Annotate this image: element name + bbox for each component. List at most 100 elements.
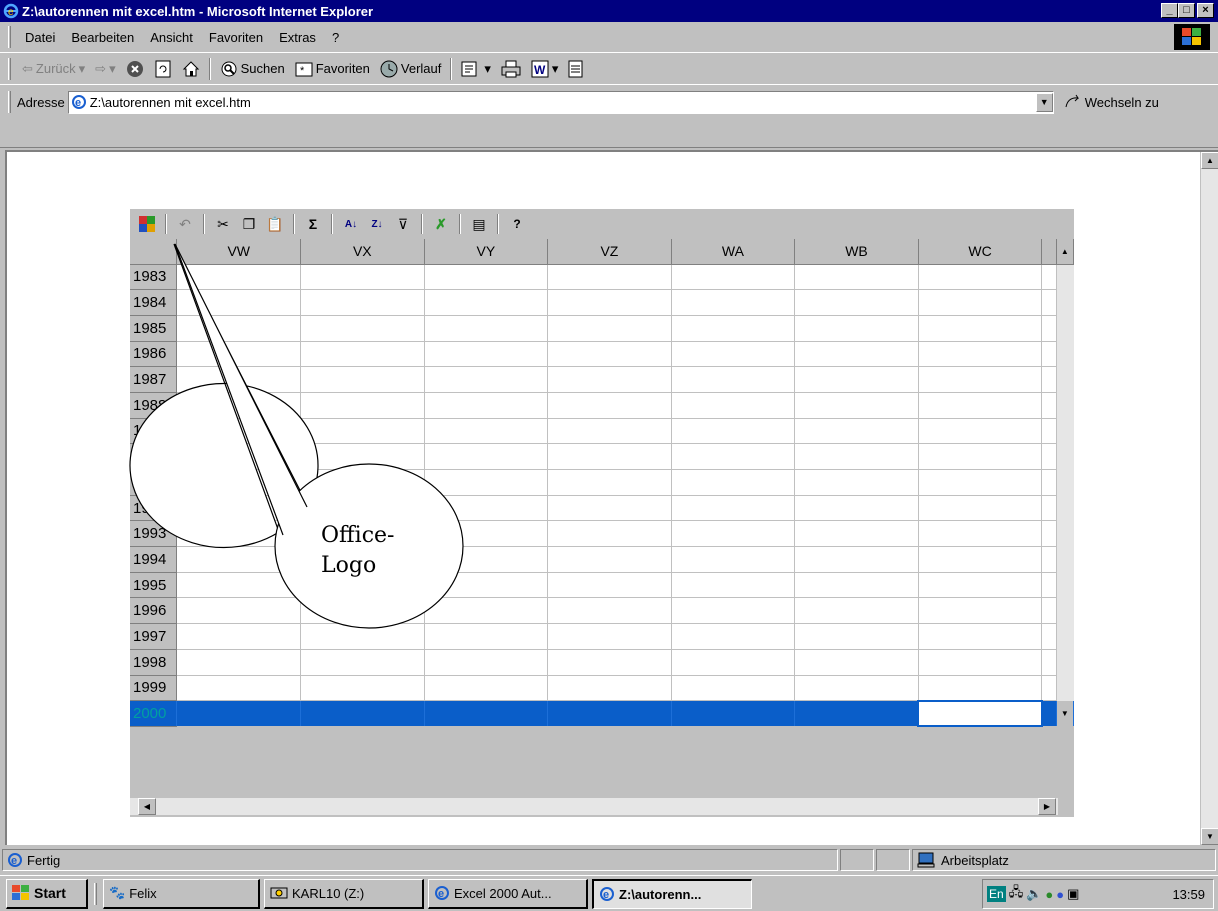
address-grip — [8, 91, 11, 113]
task-excel-2000[interactable]: e Excel 2000 Aut... — [428, 878, 588, 909]
stop-button[interactable] — [121, 57, 149, 81]
scroll-up-button[interactable]: ▲ — [1201, 152, 1218, 169]
task-label: KARL10 (Z:) — [292, 885, 365, 901]
maximize-button[interactable]: □ — [1178, 3, 1195, 18]
dropdown-icon: ▾ — [551, 60, 559, 76]
go-arrow-icon — [1065, 94, 1079, 108]
history-icon — [380, 60, 398, 77]
svg-text:e: e — [75, 97, 81, 109]
history-label: Verlauf — [400, 61, 442, 76]
svg-text:*: * — [300, 65, 305, 77]
windows-logo-icon — [1174, 24, 1210, 50]
go-label: Wechseln zu — [1084, 94, 1159, 110]
ie-icon: e — [3, 3, 19, 19]
status-bar: e Fertig Arbeitsplatz — [0, 847, 1218, 873]
windows-logo-icon — [12, 885, 29, 900]
start-button[interactable]: Start — [6, 878, 88, 909]
favorites-label: Favoriten — [315, 61, 370, 76]
discuss-button[interactable] — [563, 57, 589, 81]
svg-text:e: e — [11, 855, 17, 867]
address-value: Z:\autorennen mit excel.htm — [89, 94, 251, 110]
drive-icon — [270, 887, 288, 899]
address-input[interactable]: e Z:\autorennen mit excel.htm ▼ — [67, 90, 1054, 114]
paw-icon: 🐾 — [109, 885, 126, 900]
refresh-icon — [155, 60, 171, 77]
menu-help[interactable]: ? — [324, 30, 347, 45]
address-dropdown-button[interactable]: ▼ — [1035, 92, 1053, 112]
callout-text: Office- Logo — [321, 521, 394, 581]
back-button[interactable]: ⇦ Zurück ▾ — [17, 57, 90, 81]
home-button[interactable] — [177, 57, 205, 81]
svg-text:e: e — [603, 889, 609, 901]
network-icon[interactable]: 🖧 — [1009, 883, 1024, 905]
computer-icon — [917, 852, 935, 868]
svg-text:e: e — [8, 7, 14, 18]
print-button[interactable] — [496, 57, 526, 81]
scroll-down-button[interactable]: ▼ — [1201, 828, 1218, 845]
task-label: Z:\autorenn... — [619, 886, 702, 902]
address-label: Adresse — [17, 94, 65, 110]
status-zone-pane: Arbeitsplatz — [912, 849, 1216, 871]
clock: 13:59 — [1172, 886, 1205, 902]
standard-toolbar: ⇦ Zurück ▾ ⇨ ▾ Suchen * Favoriten Verlau… — [0, 52, 1218, 84]
globe-icon[interactable]: ● — [1045, 887, 1053, 902]
taskbar-grip — [94, 882, 97, 905]
page-content: ▲ ▼ ↶ ✂ ❐ 📋 Σ A↓ Z↓ ⊽ ✗ ▤ ? VW VX VY VZ … — [5, 150, 1218, 845]
forward-arrow-icon: ⇨ — [95, 60, 107, 76]
svg-text:W: W — [534, 63, 546, 77]
menu-ansicht[interactable]: Ansicht — [142, 30, 201, 45]
dropdown-icon: ▾ — [78, 60, 86, 76]
printer-icon — [501, 60, 521, 77]
window-title: Z:\autorennen mit excel.htm - Microsoft … — [22, 3, 374, 19]
title-bar: e Z:\autorennen mit excel.htm - Microsof… — [0, 0, 1218, 22]
menu-bar: Datei Bearbeiten Ansicht Favoriten Extra… — [0, 22, 1218, 52]
task-label: Excel 2000 Aut... — [454, 885, 552, 901]
toolbar-grip — [8, 57, 11, 80]
search-button[interactable]: Suchen — [215, 57, 290, 81]
ie-icon: e — [8, 853, 22, 867]
search-label: Suchen — [240, 61, 285, 76]
language-indicator[interactable]: En — [987, 886, 1006, 902]
taskbar: Start 🐾 Felix KARL10 (Z:) e Excel 2000 A… — [0, 875, 1218, 911]
dropdown-icon: ▾ — [484, 60, 491, 76]
history-button[interactable]: Verlauf — [375, 57, 446, 81]
status-progress-pane — [840, 849, 874, 871]
menu-favoriten[interactable]: Favoriten — [201, 30, 271, 45]
home-icon — [182, 60, 199, 76]
page-vertical-scrollbar[interactable]: ▲ ▼ — [1200, 152, 1218, 845]
close-button[interactable]: × — [1197, 3, 1214, 18]
back-label: Zurück — [35, 61, 76, 76]
tray-app-icon[interactable]: ● — [1056, 887, 1064, 902]
ie-icon: e — [71, 95, 86, 109]
favorites-button[interactable]: * Favoriten — [290, 57, 375, 81]
status-security-pane — [876, 849, 910, 871]
refresh-button[interactable] — [149, 57, 177, 81]
address-bar: Adresse e Z:\autorennen mit excel.htm ▼ … — [0, 84, 1218, 148]
callout-line-2: Logo — [321, 553, 377, 578]
task-felix[interactable]: 🐾 Felix — [103, 878, 260, 909]
mail-icon — [461, 61, 477, 76]
callout-bubble — [129, 243, 464, 629]
volume-icon[interactable]: 🔈 — [1026, 886, 1042, 902]
mail-button[interactable]: ▾ — [456, 57, 496, 81]
go-button[interactable]: Wechseln zu — [1064, 94, 1159, 110]
word-icon: W — [531, 60, 549, 77]
stop-icon — [126, 60, 143, 77]
menu-extras[interactable]: Extras — [271, 30, 324, 45]
start-label: Start — [34, 885, 66, 901]
dropdown-icon: ▾ — [109, 60, 116, 76]
status-text: Fertig — [27, 852, 61, 868]
edit-word-button[interactable]: W ▾ — [526, 57, 564, 81]
forward-button[interactable]: ⇨ ▾ — [90, 57, 120, 81]
task-label: Felix — [129, 885, 157, 901]
status-zone: Arbeitsplatz — [941, 852, 1009, 868]
menu-bearbeiten[interactable]: Bearbeiten — [63, 30, 142, 45]
status-text-pane: e Fertig — [2, 849, 838, 871]
task-karl10[interactable]: KARL10 (Z:) — [264, 878, 424, 909]
monitor-icon[interactable]: ▣ — [1067, 886, 1079, 902]
task-autorennen[interactable]: e Z:\autorenn... — [592, 878, 752, 909]
minimize-button[interactable]: _ — [1161, 3, 1178, 18]
favorites-icon: * — [295, 62, 313, 77]
menu-datei[interactable]: Datei — [17, 30, 63, 45]
system-tray: En 🖧 🔈 ● ● ▣ 13:59 — [982, 879, 1214, 909]
